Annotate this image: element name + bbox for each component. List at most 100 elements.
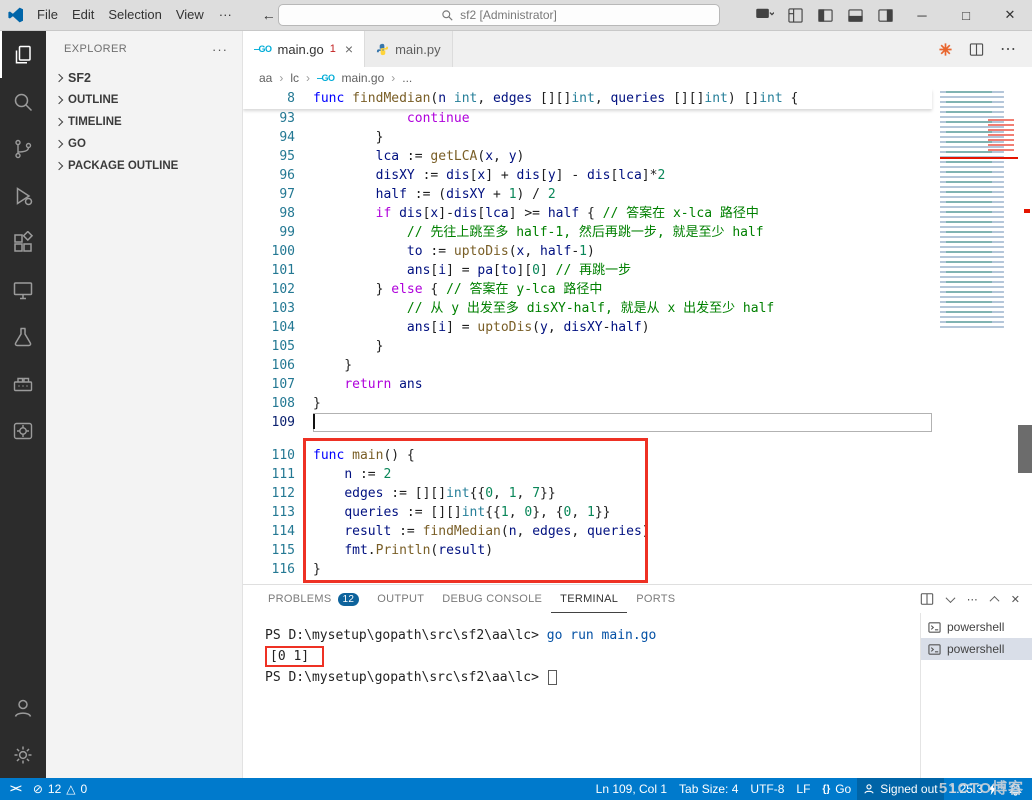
remote-indicator[interactable]: >< <box>4 778 27 800</box>
line-number[interactable]: 99 <box>243 223 313 242</box>
code-text[interactable]: continue <box>313 109 932 128</box>
line-number[interactable]: 105 <box>243 337 313 356</box>
code-text[interactable]: // 从 y 出发至多 disXY-half, 就是从 x 出发至少 half <box>313 299 932 318</box>
window-maximize-button[interactable]: □ <box>944 0 988 30</box>
code-line-109[interactable]: 109 <box>243 413 932 432</box>
code-line-108[interactable]: 108} <box>243 394 932 413</box>
code-text[interactable] <box>313 413 932 432</box>
toolbox-icon[interactable] <box>0 407 46 454</box>
code-text[interactable]: ans[i] = uptoDis(y, disXY-half) <box>313 318 932 337</box>
menu-selection[interactable]: Selection <box>101 4 168 26</box>
code-line-99[interactable]: 99 // 先往上跳至多 half-1, 然后再跳一步, 就是至少 half <box>243 223 932 242</box>
code-text[interactable]: half := (disXY + 1) / 2 <box>313 185 932 204</box>
code-line-97[interactable]: 97 half := (disXY + 1) / 2 <box>243 185 932 204</box>
window-close-button[interactable]: ✕ <box>988 0 1032 30</box>
menu-edit[interactable]: Edit <box>65 4 101 26</box>
sidebar-item-package-outline[interactable]: PACKAGE OUTLINE <box>46 155 242 177</box>
code-line-103[interactable]: 103 // 从 y 出发至多 disXY-half, 就是从 x 出发至少 h… <box>243 299 932 318</box>
account-status[interactable]: Signed out <box>857 778 944 800</box>
line-number[interactable]: 109 <box>243 413 313 432</box>
tab-main-go[interactable]: ‒GO main.go 1 × <box>243 31 366 67</box>
code-line-107[interactable]: 107 return ans <box>243 375 932 394</box>
terminal-profile-chevron-icon[interactable] <box>945 592 956 603</box>
code-line-105[interactable]: 105 } <box>243 337 932 356</box>
source-control-icon[interactable] <box>0 125 46 172</box>
sidebar-item-outline[interactable]: OUTLINE <box>46 89 242 111</box>
problems-status[interactable]: ⊘ 12 △ 0 <box>27 778 93 800</box>
panel-tab-terminal[interactable]: TERMINAL <box>551 585 628 613</box>
panel-close-icon[interactable]: ✕ <box>1011 593 1020 606</box>
line-number[interactable]: 107 <box>243 375 313 394</box>
scrollbar-thumb[interactable] <box>1018 425 1032 473</box>
window-minimize-button[interactable]: ─ <box>900 0 944 30</box>
containers-icon[interactable] <box>0 360 46 407</box>
testing-icon[interactable] <box>0 313 46 360</box>
terminal-list-item[interactable]: powershell <box>921 638 1032 660</box>
code-text[interactable]: to := uptoDis(x, half-1) <box>313 242 932 261</box>
language-mode-status[interactable]: {} Go <box>816 778 857 800</box>
line-number[interactable]: 95 <box>243 147 313 166</box>
code-text[interactable]: } <box>313 394 932 413</box>
search-activity-icon[interactable] <box>0 78 46 125</box>
code-text[interactable]: } else { // 答案在 y-lca 路径中 <box>313 280 932 299</box>
panel-tab-ports[interactable]: PORTS <box>627 585 684 613</box>
editor-more-icon[interactable]: ⋯ <box>1000 39 1016 59</box>
settings-gear-icon[interactable] <box>0 731 46 778</box>
code-line-102[interactable]: 102 } else { // 答案在 y-lca 路径中 <box>243 280 932 299</box>
sidebar-item-sf2[interactable]: SF2 <box>46 67 242 89</box>
toggle-panel-icon[interactable] <box>840 0 870 30</box>
breadcrumb-item[interactable]: lc <box>290 71 299 85</box>
split-editor-icon[interactable] <box>969 42 984 57</box>
code-line-95[interactable]: 95 lca := getLCA(x, y) <box>243 147 932 166</box>
sidebar-item-timeline[interactable]: TIMELINE <box>46 111 242 133</box>
code-text[interactable]: } <box>313 356 932 375</box>
menu-overflow[interactable]: ··· <box>211 4 240 26</box>
terminal-list-item[interactable]: powershell <box>921 616 1032 638</box>
split-terminal-icon[interactable] <box>920 592 934 606</box>
eol-status[interactable]: LF <box>790 778 816 800</box>
run-debug-icon[interactable] <box>0 172 46 219</box>
code-text[interactable]: disXY := dis[x] + dis[y] - dis[lca]*2 <box>313 166 932 185</box>
sidebar-more-icon[interactable]: ··· <box>212 42 228 57</box>
breadcrumb-item[interactable]: aa <box>259 71 272 85</box>
menu-file[interactable]: File <box>30 4 65 26</box>
code-line-96[interactable]: 96 disXY := dis[x] + dis[y] - dis[lca]*2 <box>243 166 932 185</box>
code-text[interactable]: if dis[x]-dis[lca] >= half { // 答案在 x-lc… <box>313 204 932 223</box>
line-number[interactable]: 108 <box>243 394 313 413</box>
line-number[interactable]: 96 <box>243 166 313 185</box>
sidebar-item-go[interactable]: GO <box>46 133 242 155</box>
code-line-106[interactable]: 106 } <box>243 356 932 375</box>
command-center-search[interactable]: sf2 [Administrator] <box>278 4 720 26</box>
line-number[interactable]: 98 <box>243 204 313 223</box>
code-line-101[interactable]: 101 ans[i] = pa[to][0] // 再跳一步 <box>243 261 932 280</box>
breadcrumb-item[interactable]: main.go <box>342 71 385 85</box>
toggle-sidebar-icon[interactable] <box>810 0 840 30</box>
layout-customize-icon[interactable] <box>780 0 810 30</box>
line-number[interactable]: 104 <box>243 318 313 337</box>
line-number[interactable]: 94 <box>243 128 313 147</box>
code-text[interactable]: return ans <box>313 375 932 394</box>
indentation-status[interactable]: Tab Size: 4 <box>673 778 744 800</box>
account-icon[interactable] <box>0 684 46 731</box>
monitor-dropdown-icon[interactable] <box>750 0 780 30</box>
code-text[interactable]: } <box>313 128 932 147</box>
line-number[interactable]: 97 <box>243 185 313 204</box>
code-text[interactable]: } <box>313 337 932 356</box>
toggle-secondary-sidebar-icon[interactable] <box>870 0 900 30</box>
panel-maximize-icon[interactable] <box>989 595 1000 606</box>
line-number[interactable]: 93 <box>243 109 313 128</box>
minimap[interactable] <box>940 91 1018 329</box>
line-number[interactable]: 101 <box>243 261 313 280</box>
run-action-icon[interactable] <box>938 42 953 57</box>
extensions-icon[interactable] <box>0 219 46 266</box>
code-line-98[interactable]: 98 if dis[x]-dis[lca] >= half { // 答案在 x… <box>243 204 932 223</box>
nav-back-icon[interactable]: ← <box>262 7 276 23</box>
line-number[interactable]: 102 <box>243 280 313 299</box>
panel-tab-debug-console[interactable]: DEBUG CONSOLE <box>433 585 551 613</box>
breadcrumb-more[interactable]: ... <box>402 71 412 85</box>
code-line-104[interactable]: 104 ans[i] = uptoDis(y, disXY-half) <box>243 318 932 337</box>
line-number[interactable]: 100 <box>243 242 313 261</box>
code-editor[interactable]: 8 func findMedian(n int, edges [][]int, … <box>243 89 1032 584</box>
menu-view[interactable]: View <box>169 4 211 26</box>
code-line-94[interactable]: 94 } <box>243 128 932 147</box>
